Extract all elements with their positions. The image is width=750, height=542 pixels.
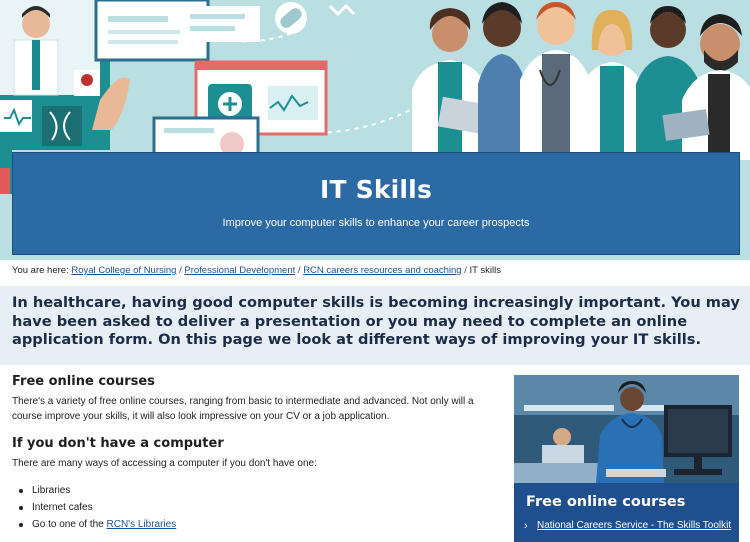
chevron-right-icon: › <box>524 520 528 532</box>
list-item: Libraries <box>12 482 492 499</box>
breadcrumb-separator: / <box>179 265 182 276</box>
rcn-libraries-link[interactable]: RCN's Libraries <box>107 519 177 530</box>
section-body-online-courses: There's a variety of free online courses… <box>12 396 474 422</box>
list-item-label: Go to one of the <box>32 519 104 530</box>
main-content: Free online courses There's a variety of… <box>12 374 492 533</box>
breadcrumb-current: IT skills <box>469 265 502 276</box>
intro-text: In healthcare, having good computer skil… <box>12 294 740 348</box>
list-item-label: Internet cafes <box>32 502 93 513</box>
breadcrumb-separator: / <box>464 265 467 276</box>
breadcrumb-link-professional-development[interactable]: Professional Development <box>184 265 295 276</box>
section-heading-online-courses: Free online courses <box>12 374 155 389</box>
nurse-at-computer-photo <box>514 375 739 483</box>
breadcrumb-link-rcn[interactable]: Royal College of Nursing <box>71 265 176 276</box>
list-item-label: Libraries <box>32 485 71 496</box>
sidebar-card-heading: Free online courses <box>526 494 686 510</box>
access-options-list: Libraries Internet cafes Go to one of th… <box>12 482 492 533</box>
sidebar-card-online-courses: Free online courses › National Careers S… <box>514 375 739 542</box>
section-heading-no-computer: If you don't have a computer <box>12 436 224 451</box>
page-title: IT Skills <box>319 175 433 204</box>
list-item: Internet cafes <box>12 499 492 516</box>
breadcrumb-prefix: You are here: <box>12 265 69 276</box>
breadcrumb-separator: / <box>297 265 301 276</box>
sidebar-card-link-row: › National Careers Service - The Skills … <box>524 519 734 533</box>
intro-band: In healthcare, having good computer skil… <box>0 286 750 365</box>
page-title-card: IT Skills Improve your computer skills t… <box>12 152 740 255</box>
section-body-no-computer: There are many ways of accessing a compu… <box>12 458 317 469</box>
breadcrumb: You are here: Royal College of Nursing /… <box>12 265 501 276</box>
breadcrumb-link-careers-resources[interactable]: RCN careers resources and coaching <box>303 265 461 276</box>
list-item: Go to one of the RCN's Libraries <box>12 516 492 533</box>
skills-toolkit-link[interactable]: National Careers Service - The Skills To… <box>537 519 734 533</box>
page-subtitle: Improve your computer skills to enhance … <box>222 217 530 229</box>
hero-banner: IT Skills Improve your computer skills t… <box>0 0 750 260</box>
